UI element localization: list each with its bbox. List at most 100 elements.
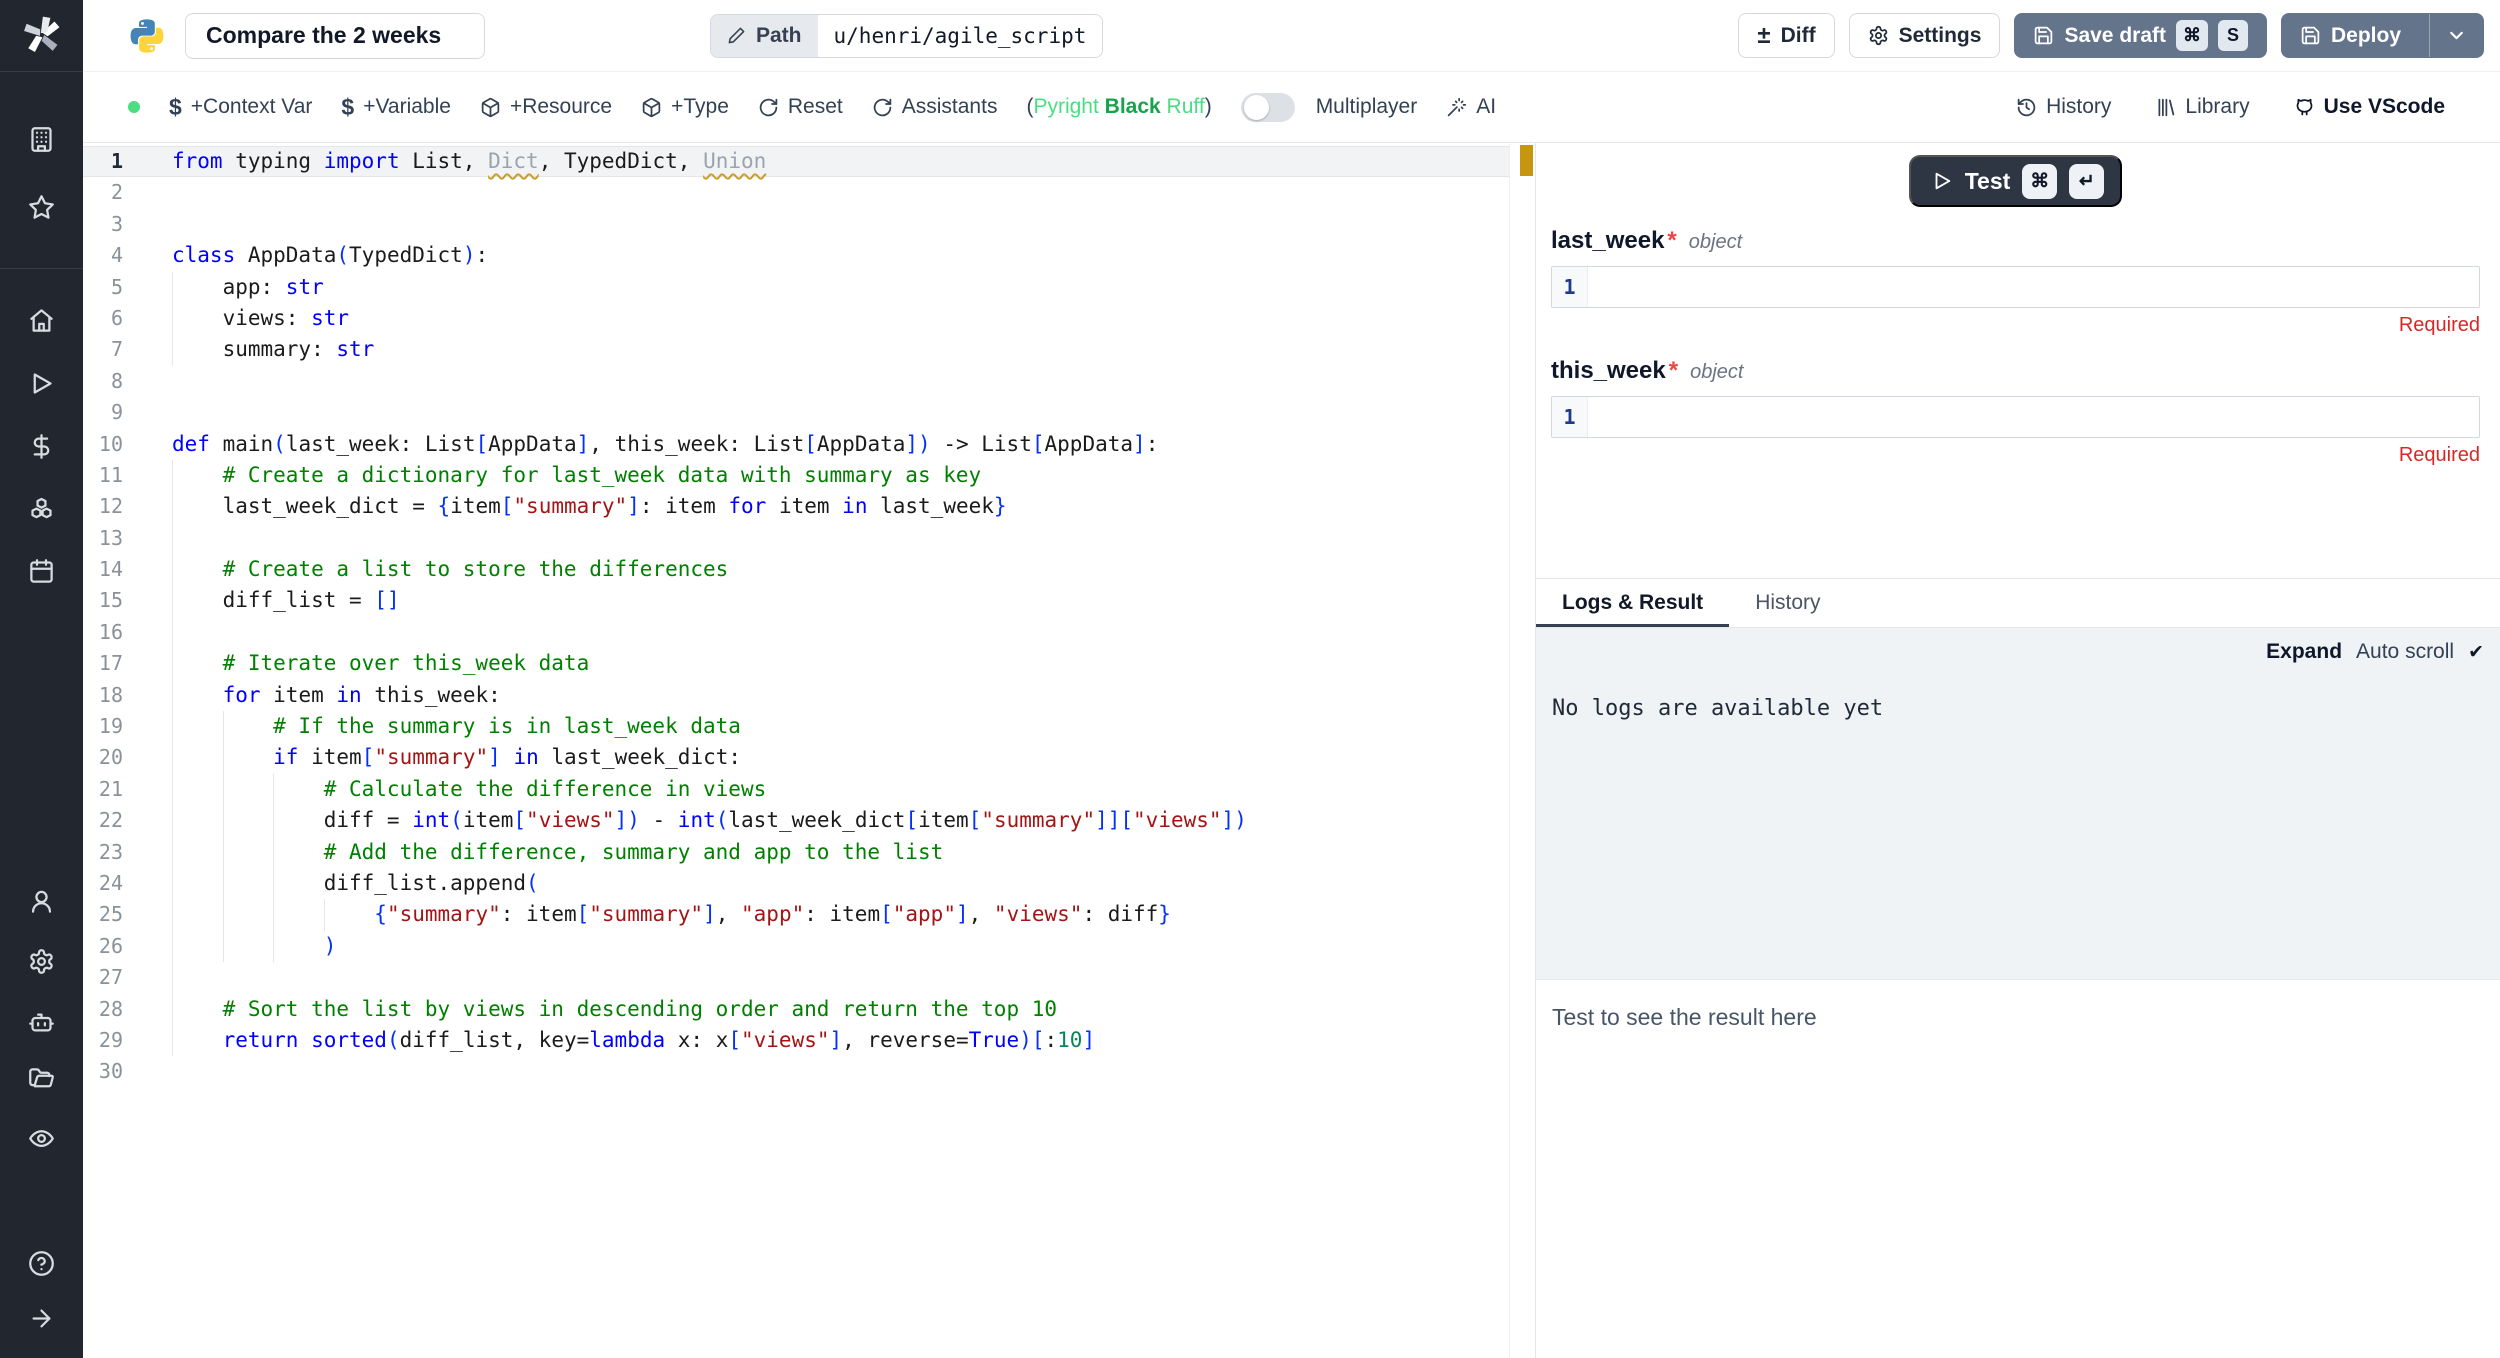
expand-logs-button[interactable]: Expand [2266, 640, 2342, 664]
code-text: # If the summary is in last_week data [172, 711, 741, 742]
package-icon [480, 97, 501, 118]
code-line[interactable]: 26 ) [83, 931, 1535, 962]
code-line[interactable]: 11 # Create a dictionary for last_week d… [83, 460, 1535, 491]
sidebar-item-calendar[interactable] [0, 551, 83, 591]
sidebar-item-building[interactable] [0, 119, 83, 159]
result-pane: Test to see the result here [1536, 980, 2500, 1358]
code-line[interactable]: 18 for item in this_week: [83, 680, 1535, 711]
code-line[interactable]: 8 [83, 366, 1535, 397]
arg-json-input[interactable]: 1 [1551, 396, 2480, 438]
code-line[interactable]: 22 diff = int(item["views"]) - int(last_… [83, 805, 1535, 836]
code-line[interactable]: 9 [83, 397, 1535, 428]
diff-button[interactable]: ± Diff [1738, 13, 1834, 58]
code-text: # Iterate over this_week data [172, 648, 589, 679]
sidebar-item-play[interactable] [0, 363, 83, 403]
ruff-status: Ruff [1167, 95, 1205, 118]
add-resource-button[interactable]: +Resource [480, 95, 612, 119]
save-icon [2300, 25, 2321, 46]
code-line[interactable]: 6 views: str [83, 303, 1535, 334]
reset-button[interactable]: Reset [758, 95, 843, 119]
code-line[interactable]: 2 [83, 177, 1535, 208]
code-line[interactable]: 25 {"summary": item["summary"], "app": i… [83, 899, 1535, 930]
add-type-button[interactable]: +Type [641, 95, 729, 119]
library-icon [2155, 97, 2176, 118]
code-line[interactable]: 28 # Sort the list by views in descendin… [83, 994, 1535, 1025]
code-line[interactable]: 21 # Calculate the difference in views [83, 774, 1535, 805]
check-icon[interactable]: ✔ [2468, 641, 2484, 664]
sidebar-item-user[interactable] [0, 881, 83, 921]
path-value[interactable]: u/henri/agile_script [818, 15, 1103, 57]
add-variable-button[interactable]: $ +Variable [341, 94, 451, 121]
code-line[interactable]: 23 # Add the difference, summary and app… [83, 837, 1535, 868]
code-line[interactable]: 16 [83, 617, 1535, 648]
code-line[interactable]: 19 # If the summary is in last_week data [83, 711, 1535, 742]
tab-logs-result[interactable]: Logs & Result [1536, 579, 1729, 627]
script-title-input[interactable]: Compare the 2 weeks [185, 13, 485, 59]
code-line[interactable]: 12 last_week_dict = {item["summary"]: it… [83, 491, 1535, 522]
code-line[interactable]: 5 app: str [83, 272, 1535, 303]
line-number: 3 [83, 209, 123, 240]
path-label-segment[interactable]: Path [711, 15, 818, 57]
code-line[interactable]: 24 diff_list.append( [83, 868, 1535, 899]
code-editor[interactable]: 1from typing import List, Dict, TypedDic… [83, 143, 1535, 1358]
input-line-number: 1 [1552, 397, 1588, 437]
settings-button[interactable]: Settings [1849, 13, 2001, 58]
save-draft-button[interactable]: Save draft ⌘ S [2014, 13, 2267, 58]
code-line[interactable]: 3 [83, 209, 1535, 240]
sidebar-item-home[interactable] [0, 300, 83, 340]
code-line[interactable]: 20 if item["summary"] in last_week_dict: [83, 742, 1535, 773]
code-line[interactable]: 15 diff_list = [] [83, 585, 1535, 616]
lint-status[interactable]: (Pyright Black Ruff) [1026, 95, 1211, 119]
code-text: # Create a dictionary for last_week data… [172, 460, 981, 491]
toggle-knob [1244, 95, 1269, 120]
assistants-button[interactable]: Assistants [872, 95, 998, 119]
code-line[interactable]: 29 return sorted(diff_list, key=lambda x… [83, 1025, 1535, 1056]
sidebar-item-arrow[interactable] [0, 1298, 83, 1338]
code-line[interactable]: 14 # Create a list to store the differen… [83, 554, 1535, 585]
add-context-var-button[interactable]: $ +Context Var [169, 94, 312, 121]
deploy-dropdown[interactable] [2429, 14, 2483, 57]
sidebar-item-help[interactable] [0, 1243, 83, 1283]
code-line[interactable]: 10def main(last_week: List[AppData], thi… [83, 429, 1535, 460]
autoscroll-label[interactable]: Auto scroll [2356, 640, 2454, 664]
use-vscode-button[interactable]: Use VScode [2294, 95, 2445, 119]
path-field[interactable]: Path u/henri/agile_script [710, 14, 1103, 58]
deploy-button[interactable]: Deploy [2281, 13, 2484, 58]
line-number: 24 [83, 868, 123, 899]
sidebar-item-gear[interactable] [0, 941, 83, 981]
sidebar-item-eye[interactable] [0, 1118, 83, 1158]
test-button[interactable]: Test ⌘ ↵ [1909, 155, 2123, 207]
code-line[interactable]: 30 [83, 1056, 1535, 1087]
code-line[interactable]: 7 summary: str [83, 334, 1535, 365]
windmill-logo-icon[interactable] [0, 12, 83, 58]
code-line[interactable]: 13 [83, 523, 1535, 554]
sidebar-item-boxes[interactable] [0, 489, 83, 529]
code-line[interactable]: 4class AppData(TypedDict): [83, 240, 1535, 271]
code-line[interactable]: 17 # Iterate over this_week data [83, 648, 1535, 679]
multiplayer-toggle[interactable] [1241, 93, 1295, 122]
arrow-icon [28, 1305, 55, 1332]
editor-overview-ruler[interactable] [1509, 143, 1535, 1358]
required-asterisk: * [1667, 227, 1676, 255]
ai-button[interactable]: AI [1446, 95, 1496, 119]
history-button[interactable]: History [2016, 95, 2111, 119]
code-text: def main(last_week: List[AppData], this_… [172, 429, 1158, 460]
sidebar-item-bot[interactable] [0, 1002, 83, 1042]
line-number: 7 [83, 334, 123, 365]
no-logs-message: No logs are available yet [1552, 696, 1883, 721]
required-hint: Required [1551, 314, 2480, 337]
library-button[interactable]: Library [2155, 95, 2249, 119]
help-icon [28, 1250, 55, 1277]
input-line-number: 1 [1552, 267, 1588, 307]
code-line[interactable]: 27 [83, 962, 1535, 993]
sidebar-item-folder[interactable] [0, 1059, 83, 1099]
arg-json-input[interactable]: 1 [1551, 266, 2480, 308]
tab-history[interactable]: History [1729, 579, 1846, 627]
line-number: 23 [83, 837, 123, 868]
sidebar-item-dollar[interactable] [0, 426, 83, 466]
line-number: 30 [83, 1056, 123, 1087]
deploy-main[interactable]: Deploy [2282, 14, 2419, 57]
sidebar-item-star[interactable] [0, 187, 83, 227]
code-text: class AppData(TypedDict): [172, 240, 488, 271]
code-line[interactable]: 1from typing import List, Dict, TypedDic… [83, 146, 1535, 177]
